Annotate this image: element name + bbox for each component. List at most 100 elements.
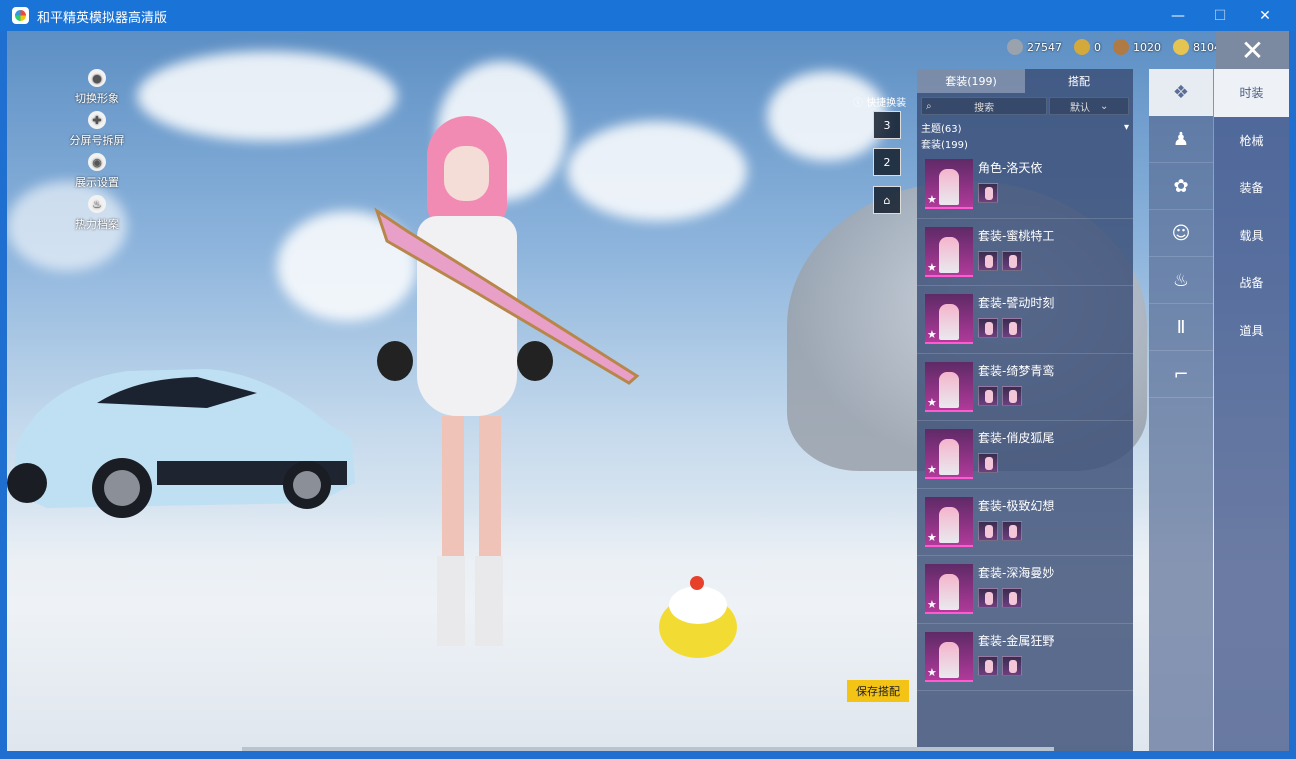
tab-match[interactable]: 搭配	[1025, 69, 1133, 93]
gold-medal-icon	[1074, 39, 1090, 55]
suit-thumbnail: ★	[925, 631, 973, 682]
category-gear[interactable]: 战备	[1214, 259, 1289, 307]
suit-name: 套装-譬动时刻	[978, 296, 1055, 310]
mini-outfit-icon[interactable]	[978, 453, 998, 473]
split-screen-button[interactable]: ✚ 分屏号拆屏	[67, 111, 127, 148]
category-column: 时装 枪械 装备 载具 战备 道具	[1214, 69, 1289, 751]
suit-item[interactable]: ★ 套装-绮梦青鸾	[917, 354, 1133, 421]
mini-outfit-icon[interactable]	[978, 318, 998, 338]
suit-item[interactable]: ★ 角色-洛天依	[917, 151, 1133, 219]
scrollbar[interactable]	[242, 747, 1054, 751]
suit-thumbnail: ★	[925, 361, 973, 412]
mini-outfit-icon[interactable]	[1002, 250, 1022, 271]
maximize-button[interactable]: ☐	[1197, 0, 1243, 31]
suit-thumbnail: ★	[925, 564, 973, 614]
currency-value: 1020	[1133, 40, 1161, 54]
star-icon: ★	[927, 665, 937, 679]
quick-slot-3[interactable]: 3	[873, 111, 901, 139]
heat-archive-button[interactable]: ♨ 热力档案	[67, 195, 127, 232]
quick-outfit-label: ⓘ 快捷换装	[853, 98, 907, 109]
star-icon: ★	[927, 598, 937, 611]
suit-thumbnail: ★	[925, 496, 973, 547]
pants-icon[interactable]: Ⅱ	[1149, 304, 1213, 351]
silver-coin-icon	[1007, 39, 1023, 55]
star-icon: ★	[927, 328, 937, 341]
eye-icon: ◉	[88, 153, 106, 171]
hanger-icon: ⌂	[883, 193, 891, 207]
suit-name: 角色-洛天依	[978, 161, 1043, 175]
pet-chick	[659, 576, 737, 658]
dropdown-arrow-icon: ▾	[1123, 121, 1129, 133]
suit-item[interactable]: ★ 套装-蜜桃特工	[917, 219, 1133, 286]
puzzle-icon: ✚	[88, 111, 106, 129]
save-outfit-button[interactable]: 保存搭配	[847, 680, 909, 702]
star-icon: ★	[927, 463, 937, 476]
switch-avatar-button[interactable]: ● 切换形象	[67, 69, 127, 106]
category-items[interactable]: 道具	[1214, 307, 1289, 355]
currency-value: 27547	[1027, 40, 1062, 54]
suit-name: 套装-极致幻想	[978, 498, 1055, 513]
window-title: 和平精英模拟器高清版	[37, 11, 168, 26]
tab-suits[interactable]: 套装(199)	[917, 69, 1025, 93]
star-icon: ★	[927, 193, 937, 206]
suit-thumbnail: ★	[925, 294, 973, 344]
mini-outfit-icon[interactable]	[978, 588, 998, 608]
category-equipment[interactable]: 装备	[1214, 164, 1289, 212]
star-icon: ★	[927, 530, 937, 544]
mini-outfit-icon[interactable]	[1002, 318, 1022, 338]
mini-outfit-icon[interactable]	[978, 183, 998, 203]
suit-thumbnail: ★	[925, 429, 973, 479]
sort-dropdown[interactable]: 默认 ⌄	[1049, 97, 1129, 115]
gold-coin-icon	[1173, 39, 1189, 55]
shoes-icon[interactable]: ⌐	[1149, 351, 1213, 398]
mini-outfit-icon[interactable]	[1002, 655, 1022, 676]
top-icon[interactable]: ♨	[1149, 257, 1213, 304]
outfit-icon[interactable]: ❖	[1149, 69, 1213, 116]
suit-item[interactable]: ★ 套装-俏皮狐尾	[917, 421, 1133, 489]
category-vehicles[interactable]: 载具	[1214, 212, 1289, 260]
suit-name: 套装-蜜桃特工	[978, 228, 1055, 243]
search-icon: ⌕	[926, 101, 932, 112]
title-bar: 和平精英模拟器高清版 — ☐ ✕	[0, 0, 1296, 31]
theme-filter[interactable]: 主题(63) ▾	[917, 119, 1133, 135]
pose-icon[interactable]: ♟	[1149, 116, 1213, 163]
subcategory-icons: ❖ ♟ ✿ ☺ ♨ Ⅱ ⌐	[1149, 69, 1213, 751]
suit-name: 套装-金属狂野	[978, 633, 1055, 648]
suit-item[interactable]: ★ 套装-极致幻想	[917, 489, 1133, 556]
display-settings-button[interactable]: ◉ 展示设置	[67, 153, 127, 190]
hair-icon[interactable]: ✿	[1149, 163, 1213, 210]
face-icon[interactable]: ☺	[1149, 210, 1213, 257]
minimize-button[interactable]: —	[1155, 0, 1201, 31]
outfit-panel: 套装(199) 搭配 ⌕ 搜索 默认 ⌄ 主题(63) ▾ 套装(199) ★ 角色-洛…	[917, 69, 1133, 751]
star-icon: ★	[927, 260, 937, 274]
flame-icon: ♨	[88, 195, 106, 213]
mini-outfit-icon[interactable]	[978, 655, 998, 676]
rifle-weapon	[374, 207, 640, 385]
close-window-button[interactable]: ✕	[1242, 0, 1288, 31]
mini-outfit-icon[interactable]	[978, 250, 998, 271]
currency-bar: 27547 0 1020 81044	[1007, 39, 1228, 55]
suit-item[interactable]: ★ 套装-金属狂野	[917, 624, 1133, 691]
mini-outfit-icon[interactable]	[1002, 520, 1022, 541]
search-input[interactable]: ⌕ 搜索	[921, 97, 1048, 115]
vehicle-car	[7, 369, 355, 518]
suits-header: 套装(199)	[921, 139, 968, 151]
category-weapons[interactable]: 枪械	[1214, 117, 1289, 165]
suit-name: 套装-绮梦青鸾	[978, 363, 1055, 378]
app-logo-icon	[12, 7, 29, 24]
mini-outfit-icon[interactable]	[978, 385, 998, 406]
suit-name: 套装-俏皮狐尾	[978, 431, 1055, 445]
suit-item[interactable]: ★ 套装-譬动时刻	[917, 286, 1133, 354]
mini-outfit-icon[interactable]	[978, 520, 998, 541]
suit-thumbnail: ★	[925, 159, 973, 209]
mini-outfit-icon[interactable]	[1002, 588, 1022, 608]
currency-value: 0	[1094, 40, 1101, 54]
close-panel-icon[interactable]: ✕	[1216, 31, 1289, 69]
chevron-down-icon: ⌄	[1099, 100, 1109, 112]
quick-slot-2[interactable]: 2	[873, 148, 901, 176]
mini-outfit-icon[interactable]	[1002, 385, 1022, 406]
quick-slot-1[interactable]: ⌂	[873, 186, 901, 214]
category-fashion[interactable]: 时装	[1214, 69, 1289, 117]
avatar-icon: ●	[88, 69, 106, 87]
suit-item[interactable]: ★ 套装-深海曼妙	[917, 556, 1133, 624]
